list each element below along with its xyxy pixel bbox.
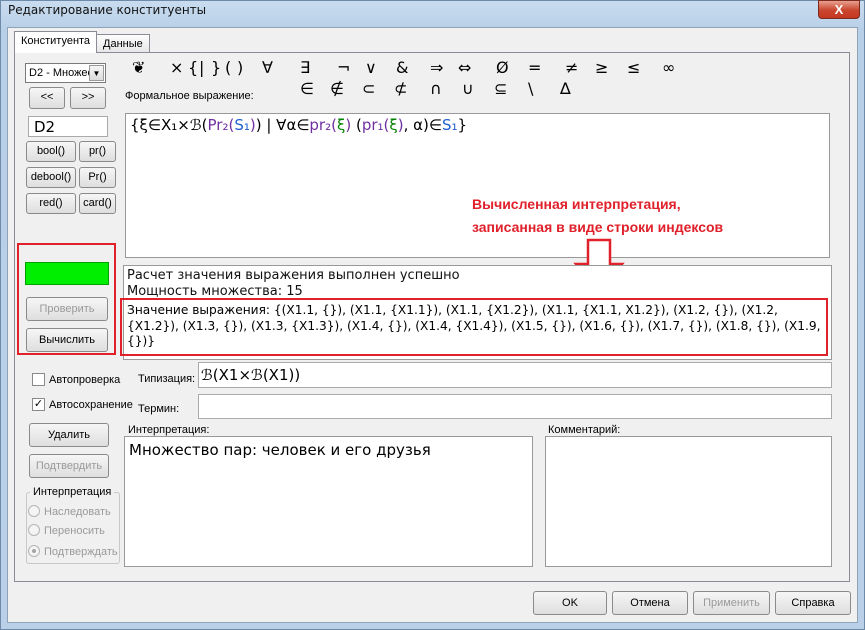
term-label: Термин: [138,403,180,415]
bool-button[interactable]: bool() [26,141,76,162]
symbol-button-not-equal-icon[interactable]: ≠ [565,58,578,77]
formula-token: ℬ( [189,116,208,134]
pr-button[interactable]: pr() [79,141,116,162]
autocheck-label: Автопроверка [49,374,121,386]
formula-token: pr₂( [309,116,337,134]
symbol-button-iff-icon[interactable]: ⇔ [458,58,471,77]
formula-token: ) [345,116,356,134]
ok-button[interactable]: OK [533,591,607,615]
formula-token: Pr₂( [207,116,235,134]
symbol-button-not-subset-icon[interactable]: ⊄ [394,79,407,98]
card-button[interactable]: card() [79,193,116,214]
close-button[interactable]: X [818,0,860,19]
symbol-button-fleuron-icon[interactable]: ❦ [132,58,145,77]
calculate-button[interactable]: Вычислить [26,328,108,352]
formula-token: S₁ [441,116,458,134]
radio-inherit-label: Наследовать [44,506,111,518]
symbol-button-not-icon[interactable]: ¬ [337,58,350,77]
term-field[interactable] [198,394,832,419]
result-status-block: Расчет значения выражения выполнен успеш… [127,268,829,300]
typification-label: Типизация: [138,373,196,385]
autosave-label: Автосохранение [49,399,133,411]
result-status: Расчет значения выражения выполнен успеш… [127,268,460,283]
symbol-button-or-icon[interactable]: ∨ [365,58,377,77]
pr-upper-button[interactable]: Pr() [79,167,116,188]
radio-transfer[interactable] [28,524,40,536]
symbol-button-paren-close-icon[interactable]: ) [237,58,243,77]
interpretation-field[interactable]: Множество пар: человек и его друзья [124,436,533,567]
checkmark-icon: ✓ [33,398,44,410]
symbol-button-times-icon[interactable]: × [170,58,183,77]
symbol-button-subseteq-icon[interactable]: ⊆ [494,79,507,98]
formula-editor[interactable] [125,113,830,258]
apply-button[interactable]: Применить [693,591,770,615]
prev-button[interactable]: << [29,87,65,109]
next-button[interactable]: >> [70,87,106,109]
formula-token: {ξ∈X₁× [130,116,190,134]
comment-field[interactable] [545,436,832,567]
status-indicator [25,262,109,285]
symbol-button-in-icon[interactable]: ∈ [300,79,314,98]
radio-transfer-label: Переносить [44,525,105,537]
symbol-button-bar-icon[interactable]: | [199,58,204,77]
symbol-button-setminus-icon[interactable]: \ [528,79,533,98]
interpretation-group-title: Интерпретация [30,486,115,498]
formula-token: ξ [389,116,398,134]
radio-confirm[interactable] [28,545,40,557]
symbol-button-subset-icon[interactable]: ⊂ [362,79,375,98]
radio-inherit[interactable] [28,505,40,517]
symbol-button-paren-open-icon[interactable]: ( [225,58,231,77]
typification-field[interactable]: ℬ(X1×ℬ(X1)) [198,362,832,388]
cancel-button[interactable]: Отмена [612,591,688,615]
interpretation-value: Множество пар: человек и его друзья [129,441,431,459]
annotation-line-1: Вычисленная интерпретация, [472,196,681,212]
symbol-button-intersect-icon[interactable]: ∩ [430,79,442,98]
symbol-button-union-icon[interactable]: ∪ [462,79,474,98]
autosave-checkbox[interactable]: ✓ [32,398,45,411]
chevron-down-icon[interactable]: ▼ [89,65,104,81]
autocheck-checkbox[interactable] [32,373,45,386]
constituent-select[interactable]: D2 - Множес ▼ [25,63,106,83]
formula-token: S₁ [234,116,250,134]
help-button[interactable]: Справка [775,591,851,615]
formula-text: {ξ∈X₁×ℬ(Pr₂(S₁)) | ∀α∈pr₂(ξ) (pr₁(ξ), α)… [130,116,467,134]
delete-button[interactable]: Удалить [29,423,109,447]
alias-field[interactable]: D2 [28,116,108,137]
red-button[interactable]: red() [26,193,76,214]
symbol-button-leq-icon[interactable]: ≤ [627,58,640,77]
symbol-button-geq-icon[interactable]: ≥ [595,58,608,77]
typification-value: ℬ(X1×ℬ(X1)) [201,366,301,384]
constituent-select-value: D2 - Множес [29,67,91,79]
symbol-button-brace-open-icon[interactable]: { [188,58,198,77]
window-title: Редактирование конституенты [8,3,207,17]
formal-expression-label: Формальное выражение: [125,90,254,102]
symbol-button-forall-icon[interactable]: ∀ [262,58,273,77]
symbol-button-not-in-icon[interactable]: ∉ [330,79,344,98]
formula-token: pr₁( [361,116,390,134]
symbol-button-empty-set-icon[interactable]: Ø [496,58,509,77]
comment-label: Комментарий: [548,424,621,436]
tab-constituent[interactable]: Конституента [14,31,98,53]
formula-token: } [457,116,468,134]
tab-data[interactable]: Данные [96,34,150,53]
debool-button[interactable]: debool() [26,167,76,188]
formula-token: , α)∈ [403,116,442,134]
radio-confirm-label: Подтверждать [44,546,118,558]
alias-value: D2 [34,118,56,136]
formula-token: | ∀α∈ [261,116,310,134]
symbol-button-equals-icon[interactable]: = [528,58,541,77]
symbol-button-exists-icon[interactable]: ∃ [300,58,310,77]
symbol-button-implies-icon[interactable]: ⇒ [430,58,443,77]
result-value: Значение выражения: {(X1.1, {}), (X1.1, … [127,303,821,348]
symbol-button-infinity-icon[interactable]: ∞ [662,58,675,77]
confirm-button[interactable]: Подтвердить [29,454,109,478]
interpretation-label: Интерпретация: [128,424,210,436]
radio-dot-icon [32,549,36,553]
symbol-button-brace-close-icon[interactable]: } [211,58,221,77]
symbol-button-and-icon[interactable]: & [396,58,408,77]
symbol-button-sym-diff-icon[interactable]: ∆ [560,79,571,98]
check-button[interactable]: Проверить [26,297,108,321]
annotation-line-2: записанная в виде строки индексов [472,219,724,235]
